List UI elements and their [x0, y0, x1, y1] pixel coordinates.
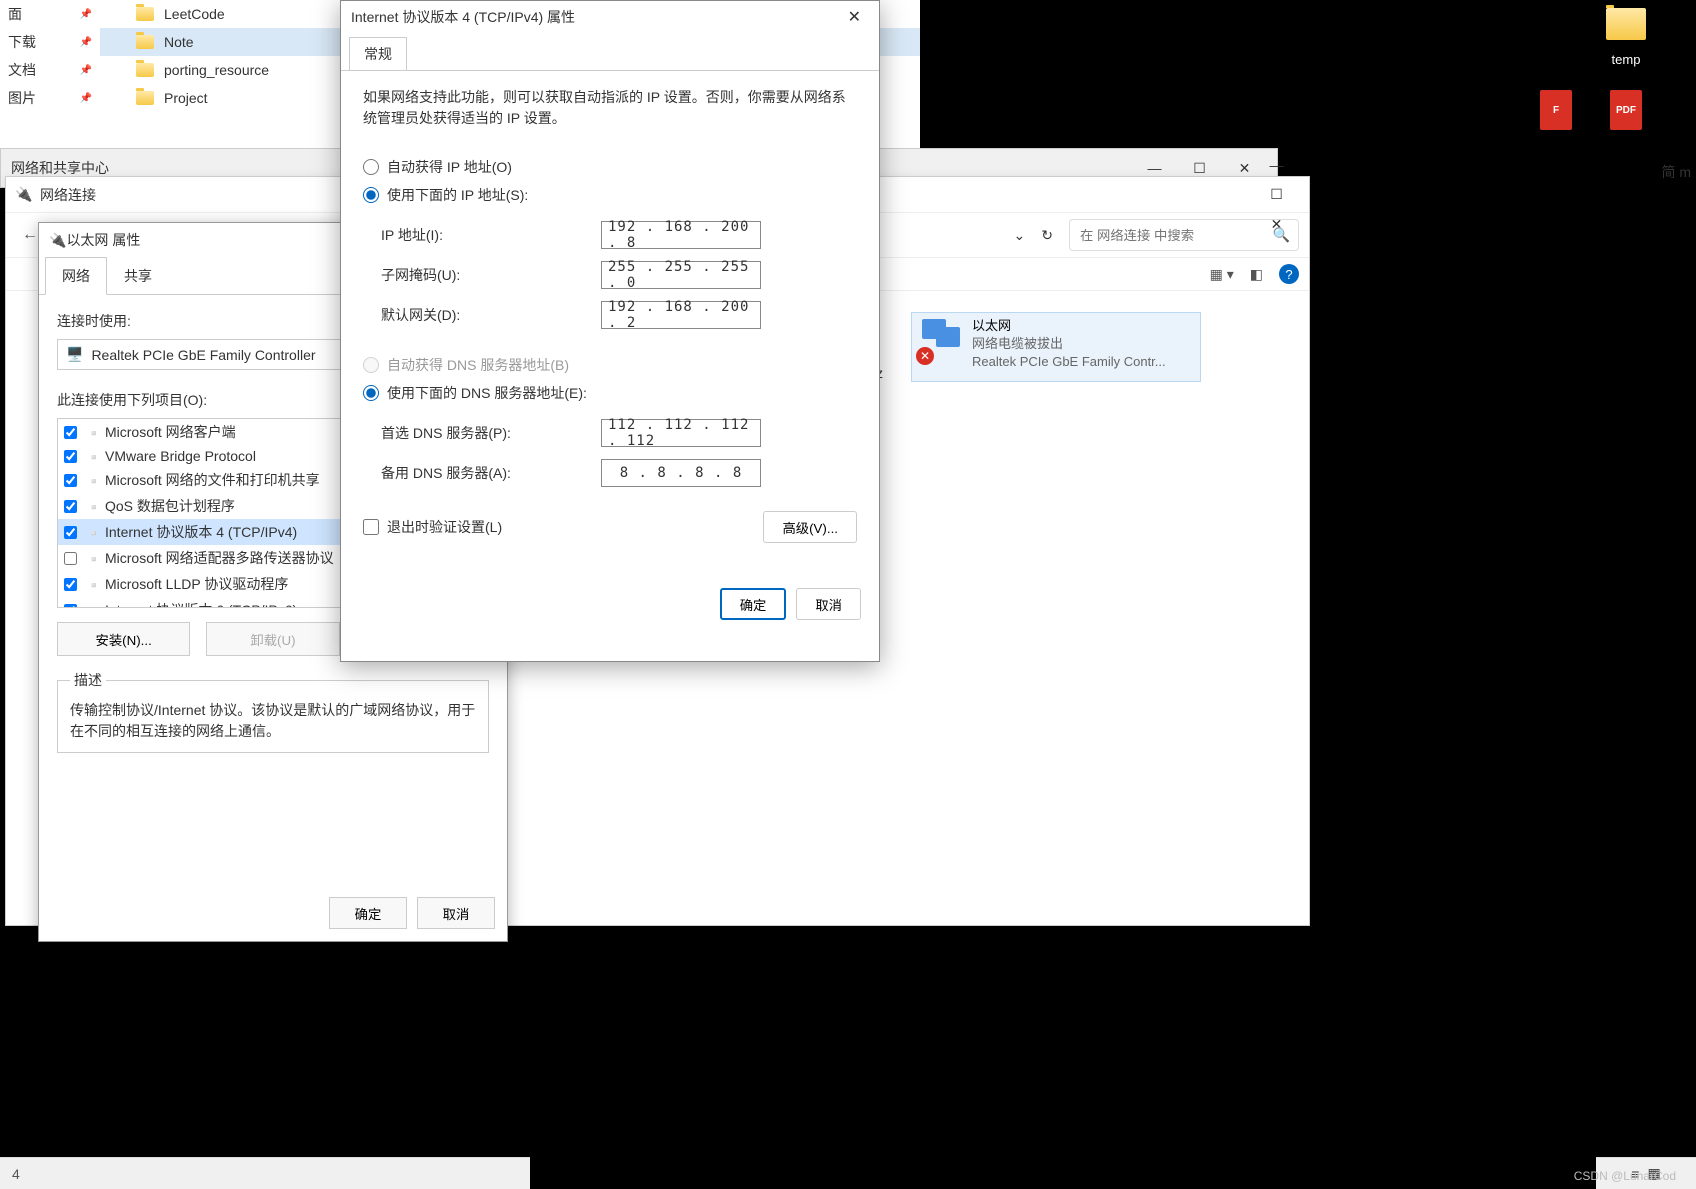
desktop-pdf-icon[interactable]: F — [1516, 90, 1596, 130]
ethernet-adapter[interactable]: ✕ 以太网 网络电缆被拔出 Realtek PCIe GbE Family Co… — [911, 312, 1201, 382]
preview-pane-button[interactable]: ◧ — [1250, 266, 1263, 283]
subnet-mask-input[interactable]: 255 . 255 . 255 . 0 — [601, 261, 761, 289]
protocol-label: Internet 协议版本 4 (TCP/IPv4) — [105, 522, 297, 542]
window-title: 网络和共享中心 — [11, 158, 109, 178]
ok-button[interactable]: 确定 — [720, 588, 787, 620]
dns1-label: 首选 DNS 服务器(P): — [381, 423, 601, 443]
protocol-checkbox[interactable] — [64, 500, 77, 513]
chevron-down-icon[interactable]: ⌄ — [1014, 227, 1026, 244]
sidebar-item[interactable]: 面📌 — [0, 0, 100, 28]
sidebar-item[interactable]: 下载📌 — [0, 28, 100, 56]
statusbar: 4 — [0, 1157, 530, 1189]
desktop-folder-temp[interactable]: temp — [1586, 0, 1666, 67]
protocol-checkbox[interactable] — [64, 474, 77, 487]
folder-icon — [136, 35, 154, 49]
protocol-label: Microsoft 网络客户端 — [105, 422, 236, 442]
dns2-input[interactable]: 8 . 8 . 8 . 8 — [601, 459, 761, 487]
auto-dns-radio: 自动获得 DNS 服务器地址(B) — [363, 351, 857, 379]
auto-ip-radio[interactable]: 自动获得 IP 地址(O) — [363, 153, 857, 181]
protocol-checkbox[interactable] — [64, 450, 77, 463]
minimize-button[interactable]: — — [1254, 150, 1299, 180]
subnet-mask-label: 子网掩码(U): — [381, 265, 601, 285]
ip-address-label: IP 地址(I): — [381, 225, 601, 245]
refresh-button[interactable]: ↻ — [1041, 227, 1053, 244]
protocol-label: Microsoft LLDP 协议驱动程序 — [105, 574, 288, 594]
explorer-sidebar: 面📌 下载📌 文档📌 图片📌 — [0, 0, 100, 112]
dialog-title: Internet 协议版本 4 (TCP/IPv4) 属性 — [351, 7, 575, 27]
sidebar-item[interactable]: 图片📌 — [0, 84, 100, 112]
dns2-label: 备用 DNS 服务器(A): — [381, 463, 601, 483]
ethernet-icon: 🔌 — [49, 232, 66, 249]
tab-general[interactable]: 常规 — [349, 37, 407, 70]
protocol-checkbox[interactable] — [64, 604, 77, 609]
protocol-icon: ▫️ — [85, 425, 99, 439]
folder-icon — [136, 7, 154, 21]
ok-button[interactable]: 确定 — [329, 897, 407, 929]
watermark: CSDN @LunarCod — [1574, 1169, 1676, 1183]
sidebar-item[interactable]: 文档📌 — [0, 56, 100, 84]
protocol-icon: ▫️ — [85, 499, 99, 513]
use-ip-radio[interactable]: 使用下面的 IP 地址(S): — [363, 181, 857, 209]
pdf-icon: PDF — [1610, 90, 1642, 130]
protocol-icon: ▫️ — [85, 525, 99, 539]
help-button[interactable]: ? — [1279, 264, 1299, 284]
protocol-icon: ▫️ — [85, 551, 99, 565]
install-button[interactable]: 安装(N)... — [57, 622, 190, 656]
search-box[interactable]: 🔍 — [1069, 219, 1299, 251]
protocol-icon: ▫️ — [85, 577, 99, 591]
dns1-input[interactable]: 112 . 112 . 112 . 112 — [601, 419, 761, 447]
pdf-icon: F — [1540, 90, 1572, 130]
description-text: 如果网络支持此功能，则可以获取自动指派的 IP 设置。否则，你需要从网络系统管理… — [363, 87, 857, 129]
close-button[interactable]: ✕ — [840, 3, 869, 31]
desktop-pdf-icon[interactable]: PDF — [1586, 90, 1666, 130]
gateway-input[interactable]: 192 . 168 . 200 . 2 — [601, 301, 761, 329]
gateway-label: 默认网关(D): — [381, 305, 601, 325]
protocol-checkbox[interactable] — [64, 578, 77, 591]
validate-checkbox[interactable] — [363, 519, 379, 535]
ipv4-properties-dialog: Internet 协议版本 4 (TCP/IPv4) 属性 ✕ 常规 如果网络支… — [340, 0, 880, 662]
folder-icon — [136, 91, 154, 105]
maximize-button[interactable]: ☐ — [1254, 180, 1299, 210]
protocol-checkbox[interactable] — [64, 552, 77, 565]
desktop-text: 简 m — [1661, 162, 1691, 182]
uninstall-button: 卸载(U) — [206, 622, 339, 656]
item-count: 4 — [12, 1166, 20, 1182]
ip-address-input[interactable]: 192 . 168 . 200 . 8 — [601, 221, 761, 249]
protocol-icon: ▫️ — [85, 603, 99, 608]
protocol-checkbox[interactable] — [64, 426, 77, 439]
description-text: 传输控制协议/Internet 协议。该协议是默认的广域网络协议，用于在不同的相… — [70, 700, 476, 742]
protocol-label: VMware Bridge Protocol — [105, 448, 256, 464]
folder-icon — [136, 63, 154, 77]
protocol-label: Microsoft 网络的文件和打印机共享 — [105, 470, 320, 490]
search-input[interactable] — [1080, 220, 1270, 250]
protocol-icon: ▫️ — [85, 473, 99, 487]
protocol-label: Microsoft 网络适配器多路传送器协议 — [105, 548, 334, 568]
window-title: 网络连接 — [40, 185, 96, 205]
dialog-title: 以太网 属性 — [66, 230, 140, 250]
cancel-button[interactable]: 取消 — [417, 897, 495, 929]
description-label: 描述 — [70, 670, 106, 690]
search-icon: 🔍 — [1273, 227, 1290, 244]
folder-icon — [1606, 8, 1646, 40]
cancel-button[interactable]: 取消 — [796, 588, 861, 620]
nic-icon: 🖥️ — [66, 346, 83, 363]
network-adapter-icon: ✕ — [916, 317, 964, 365]
network-icon: 🔌 — [16, 187, 32, 203]
desktop: temp F PDF 简 m — [1166, 0, 1696, 150]
protocol-checkbox[interactable] — [64, 526, 77, 539]
use-dns-radio[interactable]: 使用下面的 DNS 服务器地址(E): — [363, 379, 857, 407]
view-options-button[interactable]: ▦ ▾ — [1210, 266, 1234, 283]
tab-sharing[interactable]: 共享 — [107, 257, 169, 294]
tab-network[interactable]: 网络 — [45, 257, 107, 295]
protocol-label: QoS 数据包计划程序 — [105, 496, 235, 516]
protocol-icon: ▫️ — [85, 449, 99, 463]
advanced-button[interactable]: 高级(V)... — [763, 511, 857, 543]
protocol-label: Internet 协议版本 6 (TCP/IPv6) — [105, 600, 297, 608]
